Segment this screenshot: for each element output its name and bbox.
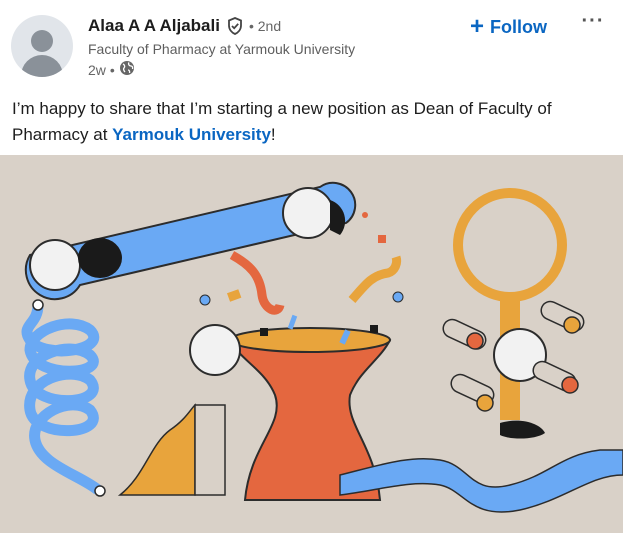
post-text: I’m happy to share that I’m starting a n… xyxy=(12,96,612,148)
avatar-head xyxy=(31,30,53,52)
illustration xyxy=(21,181,623,513)
blue-ribbon xyxy=(339,420,623,513)
meta-separator: • xyxy=(109,61,115,78)
author-name[interactable]: Alaa A A Aljabali xyxy=(88,16,220,36)
post-text-body: I’m happy to share that I’m starting a n… xyxy=(12,99,552,144)
post-meta: 2w • xyxy=(88,60,135,79)
connection-degree: • 2nd xyxy=(248,18,282,34)
spring xyxy=(21,299,106,497)
post-text-end: ! xyxy=(270,125,276,144)
author-headline: Faculty of Pharmacy at Yarmouk Universit… xyxy=(88,41,356,57)
company-link[interactable]: Yarmouk University xyxy=(112,125,271,144)
globe-icon xyxy=(119,60,135,79)
post-image[interactable] xyxy=(0,155,623,533)
plus-icon: + xyxy=(470,13,485,40)
verified-icon xyxy=(226,17,244,35)
conveyor-belt xyxy=(24,181,357,301)
post-header: Alaa A A Aljabali • 2nd Faculty of Pharm… xyxy=(0,0,623,90)
name-row: Alaa A A Aljabali • 2nd xyxy=(88,14,281,38)
ramp-block xyxy=(117,403,226,496)
follow-label: Follow xyxy=(490,16,548,37)
post-time: 2w xyxy=(88,61,106,78)
avatar-body xyxy=(21,55,63,77)
more-options-button[interactable]: ··· xyxy=(578,11,608,36)
avatar[interactable] xyxy=(11,15,73,77)
follow-button[interactable]: + Follow xyxy=(470,12,547,42)
